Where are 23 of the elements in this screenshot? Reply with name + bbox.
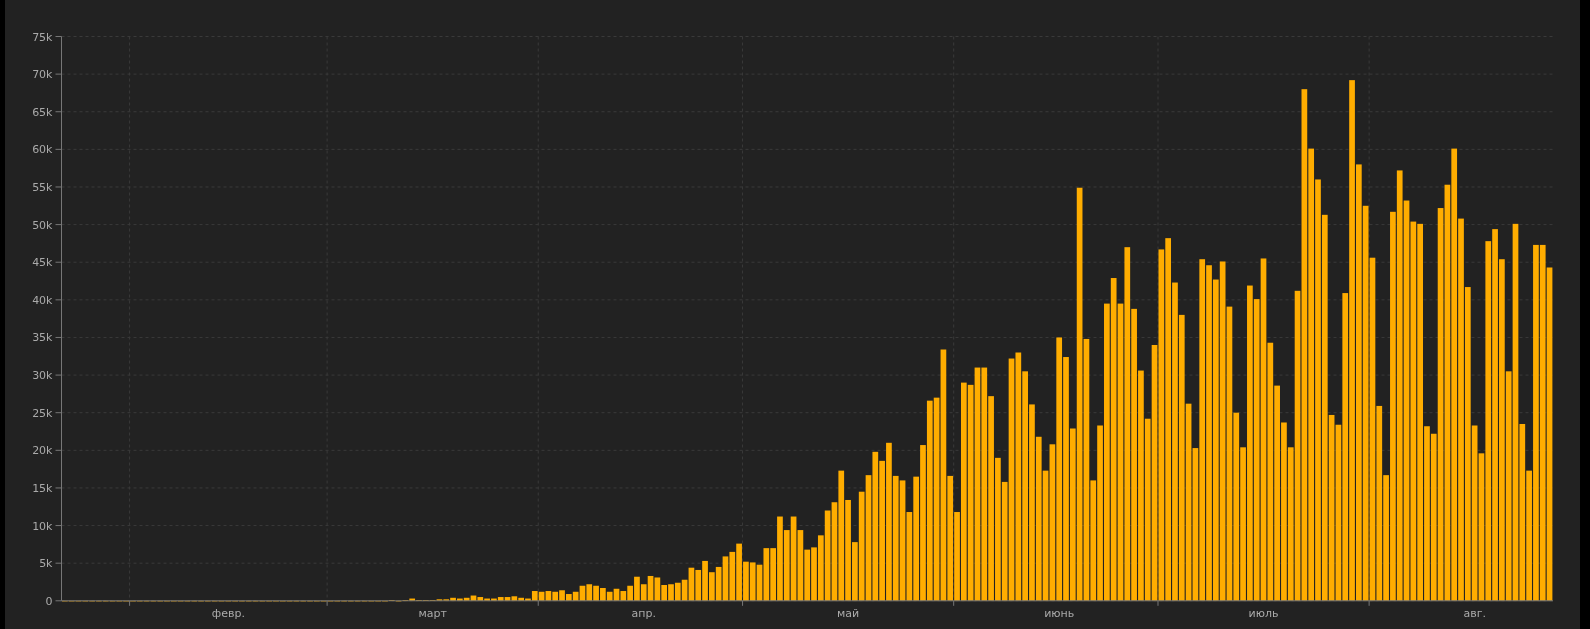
axis-label: 65k <box>32 105 53 119</box>
axis-label: май <box>837 606 860 620</box>
axis-label: авг. <box>1463 606 1486 620</box>
axis-label: 20k <box>32 444 53 458</box>
axis-label: 0 <box>45 594 53 608</box>
axis-label: 50k <box>32 218 53 232</box>
axis-label: 15k <box>32 481 53 495</box>
axis-label: 25k <box>32 406 53 420</box>
axis-label: 55k <box>32 181 53 194</box>
axis-label: февр. <box>211 606 245 620</box>
axis-label: 70k <box>32 68 53 82</box>
axis-label: 60k <box>32 143 53 157</box>
axis-label: июль <box>1248 606 1279 620</box>
axis-label: 45k <box>32 256 53 270</box>
axis-label: 35k <box>32 331 53 345</box>
axis-label: 10k <box>32 519 53 533</box>
axis-label: 30k <box>32 369 53 383</box>
axis-label: 75k <box>32 30 53 44</box>
axis-label: 40k <box>32 293 53 307</box>
axis-label: март <box>418 606 447 620</box>
axis-label: июнь <box>1044 606 1075 620</box>
axis-label: апр. <box>631 606 656 620</box>
axis-label: 5k <box>39 557 53 571</box>
